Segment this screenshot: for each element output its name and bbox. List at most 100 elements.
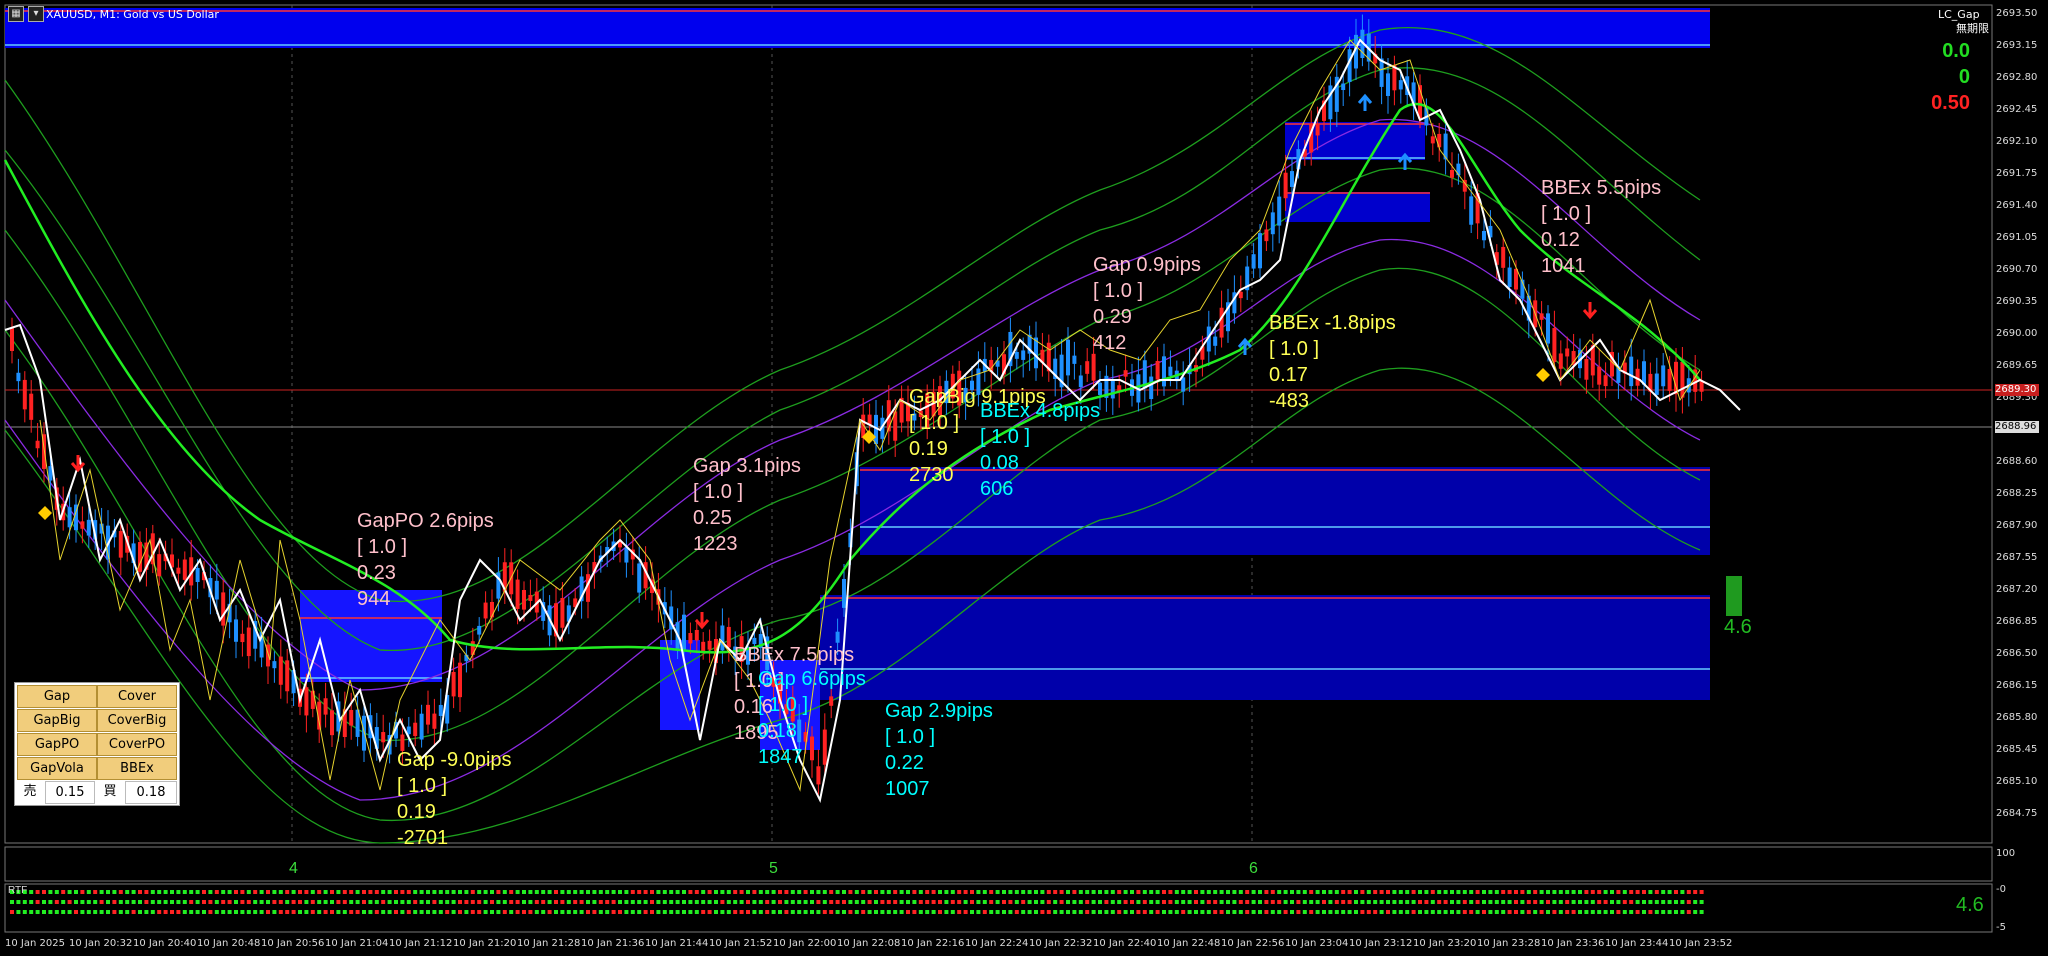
- rtf-dot: [931, 890, 936, 894]
- rtf-dot: [707, 890, 712, 894]
- rtf-dot: [675, 900, 680, 904]
- rtf-dot: [195, 910, 200, 914]
- rtf-dot: [560, 890, 565, 894]
- rtf-dot: [592, 890, 597, 894]
- candle-body: [1565, 348, 1570, 357]
- candle-body: [182, 559, 187, 580]
- rtf-dot: [874, 910, 878, 914]
- candle-body: [80, 521, 85, 529]
- rtf-dot: [1392, 890, 1397, 894]
- rtf-dot: [995, 910, 1000, 914]
- rtf-dot: [1360, 900, 1365, 904]
- rtf-dot: [1411, 900, 1416, 904]
- time-axis-label: 10 Jan 23:12: [1349, 938, 1413, 949]
- rtf-dot: [1526, 910, 1531, 914]
- rtf-dot: [893, 900, 898, 904]
- gappo-button[interactable]: GapPO: [17, 733, 97, 756]
- rtf-dot: [1514, 910, 1518, 914]
- rtf-dot: [790, 890, 795, 894]
- rtf-dot: [48, 890, 53, 894]
- rtf-dot: [592, 910, 597, 914]
- rtf-dot: [234, 900, 238, 904]
- gapbig-button[interactable]: GapBig: [17, 709, 97, 732]
- rtf-dot: [733, 910, 738, 914]
- rtf-dot: [1174, 900, 1179, 904]
- candle-body: [304, 687, 309, 716]
- annotation-line: [ 1.0 ]: [397, 775, 448, 797]
- annotation-line: [ 1.0 ]: [357, 536, 408, 558]
- rtf-dot: [1328, 890, 1333, 894]
- window-menu-icon[interactable]: ▦: [8, 6, 24, 22]
- annotation-line: [ 1.0 ]: [693, 481, 744, 503]
- rtf-dot: [1219, 890, 1224, 894]
- rtf-dot: [1110, 900, 1115, 904]
- rtf-dot: [1437, 900, 1442, 904]
- rtf-dot: [1232, 910, 1237, 914]
- gapvola-button[interactable]: GapVola: [17, 757, 97, 780]
- rtf-dot: [1661, 890, 1666, 894]
- rtf-dot: [746, 900, 750, 904]
- cover-button[interactable]: Cover: [97, 685, 177, 708]
- annotation-line: BBEx 4.8pips: [980, 400, 1101, 422]
- rtf-dot: [662, 890, 667, 894]
- rtf-dot: [682, 910, 686, 914]
- rtf-dot: [1085, 910, 1090, 914]
- rtf-dot: [1507, 890, 1512, 894]
- candle-body: [1277, 196, 1282, 226]
- annotation-gap-2: Gap 2.9pips [ 1.0 ] 0.22 1007: [885, 698, 993, 802]
- rtf-dot: [304, 890, 309, 894]
- rtf-dot: [1130, 890, 1134, 894]
- rtf-dot: [1347, 900, 1352, 904]
- rtf-dot: [253, 900, 258, 904]
- candle-body: [86, 519, 91, 536]
- rtf-dot: [86, 900, 91, 904]
- coverbig-button[interactable]: CoverBig: [97, 709, 177, 732]
- rtf-dot: [93, 890, 98, 894]
- candle-body: [432, 713, 437, 729]
- stat-value-2: 0: [1958, 66, 1970, 88]
- rtf-dot: [1258, 900, 1262, 904]
- candle-body: [1072, 355, 1077, 364]
- rtf-dot: [566, 900, 571, 904]
- rtf-dot: [304, 910, 309, 914]
- rtf-dot: [1494, 890, 1499, 894]
- candle-body: [1168, 366, 1173, 376]
- rtf-dot: [1322, 890, 1326, 894]
- rtf-dot: [1104, 890, 1109, 894]
- rtf-dot: [1450, 890, 1454, 894]
- candle-body: [1251, 254, 1256, 269]
- rtf-dot: [912, 900, 917, 904]
- candle-body: [694, 629, 699, 641]
- rtf-dot: [675, 910, 680, 914]
- annotation-line: Gap 0.9pips: [1093, 254, 1201, 276]
- rtf-dot: [579, 900, 584, 904]
- rtf-dot: [669, 890, 674, 894]
- chart-icon[interactable]: ▾: [28, 6, 44, 22]
- rtf-dot: [163, 900, 168, 904]
- rtf-dot: [656, 890, 661, 894]
- rtf-dot: [35, 910, 40, 914]
- rtf-dot: [1200, 900, 1205, 904]
- rtf-dot: [1309, 910, 1314, 914]
- rtf-dot: [982, 910, 987, 914]
- rtf-dot: [1277, 900, 1282, 904]
- rtf-dot: [1059, 910, 1064, 914]
- gap-button[interactable]: Gap: [17, 685, 97, 708]
- rtf-dot: [1181, 910, 1186, 914]
- rtf-dot: [394, 910, 398, 914]
- rtf-dot: [1206, 890, 1211, 894]
- time-axis-label: 10 Jan 21:52: [709, 938, 773, 949]
- price-axis-label: 2691.75: [1996, 168, 2038, 179]
- candle-body: [688, 633, 693, 644]
- annotation-line: [ 1.0 ]: [885, 726, 936, 748]
- rtf-dot: [848, 890, 853, 894]
- rtf-dot: [976, 910, 981, 914]
- rtf-dot: [1296, 910, 1301, 914]
- time-axis-label: 10 Jan 23:20: [1413, 938, 1477, 949]
- bbex-button[interactable]: BBEx: [97, 757, 177, 780]
- rtf-dot: [278, 900, 283, 904]
- rtf-dot: [310, 910, 315, 914]
- rtf-dot: [1232, 900, 1237, 904]
- coverpo-button[interactable]: CoverPO: [97, 733, 177, 756]
- rtf-dot: [1386, 890, 1390, 894]
